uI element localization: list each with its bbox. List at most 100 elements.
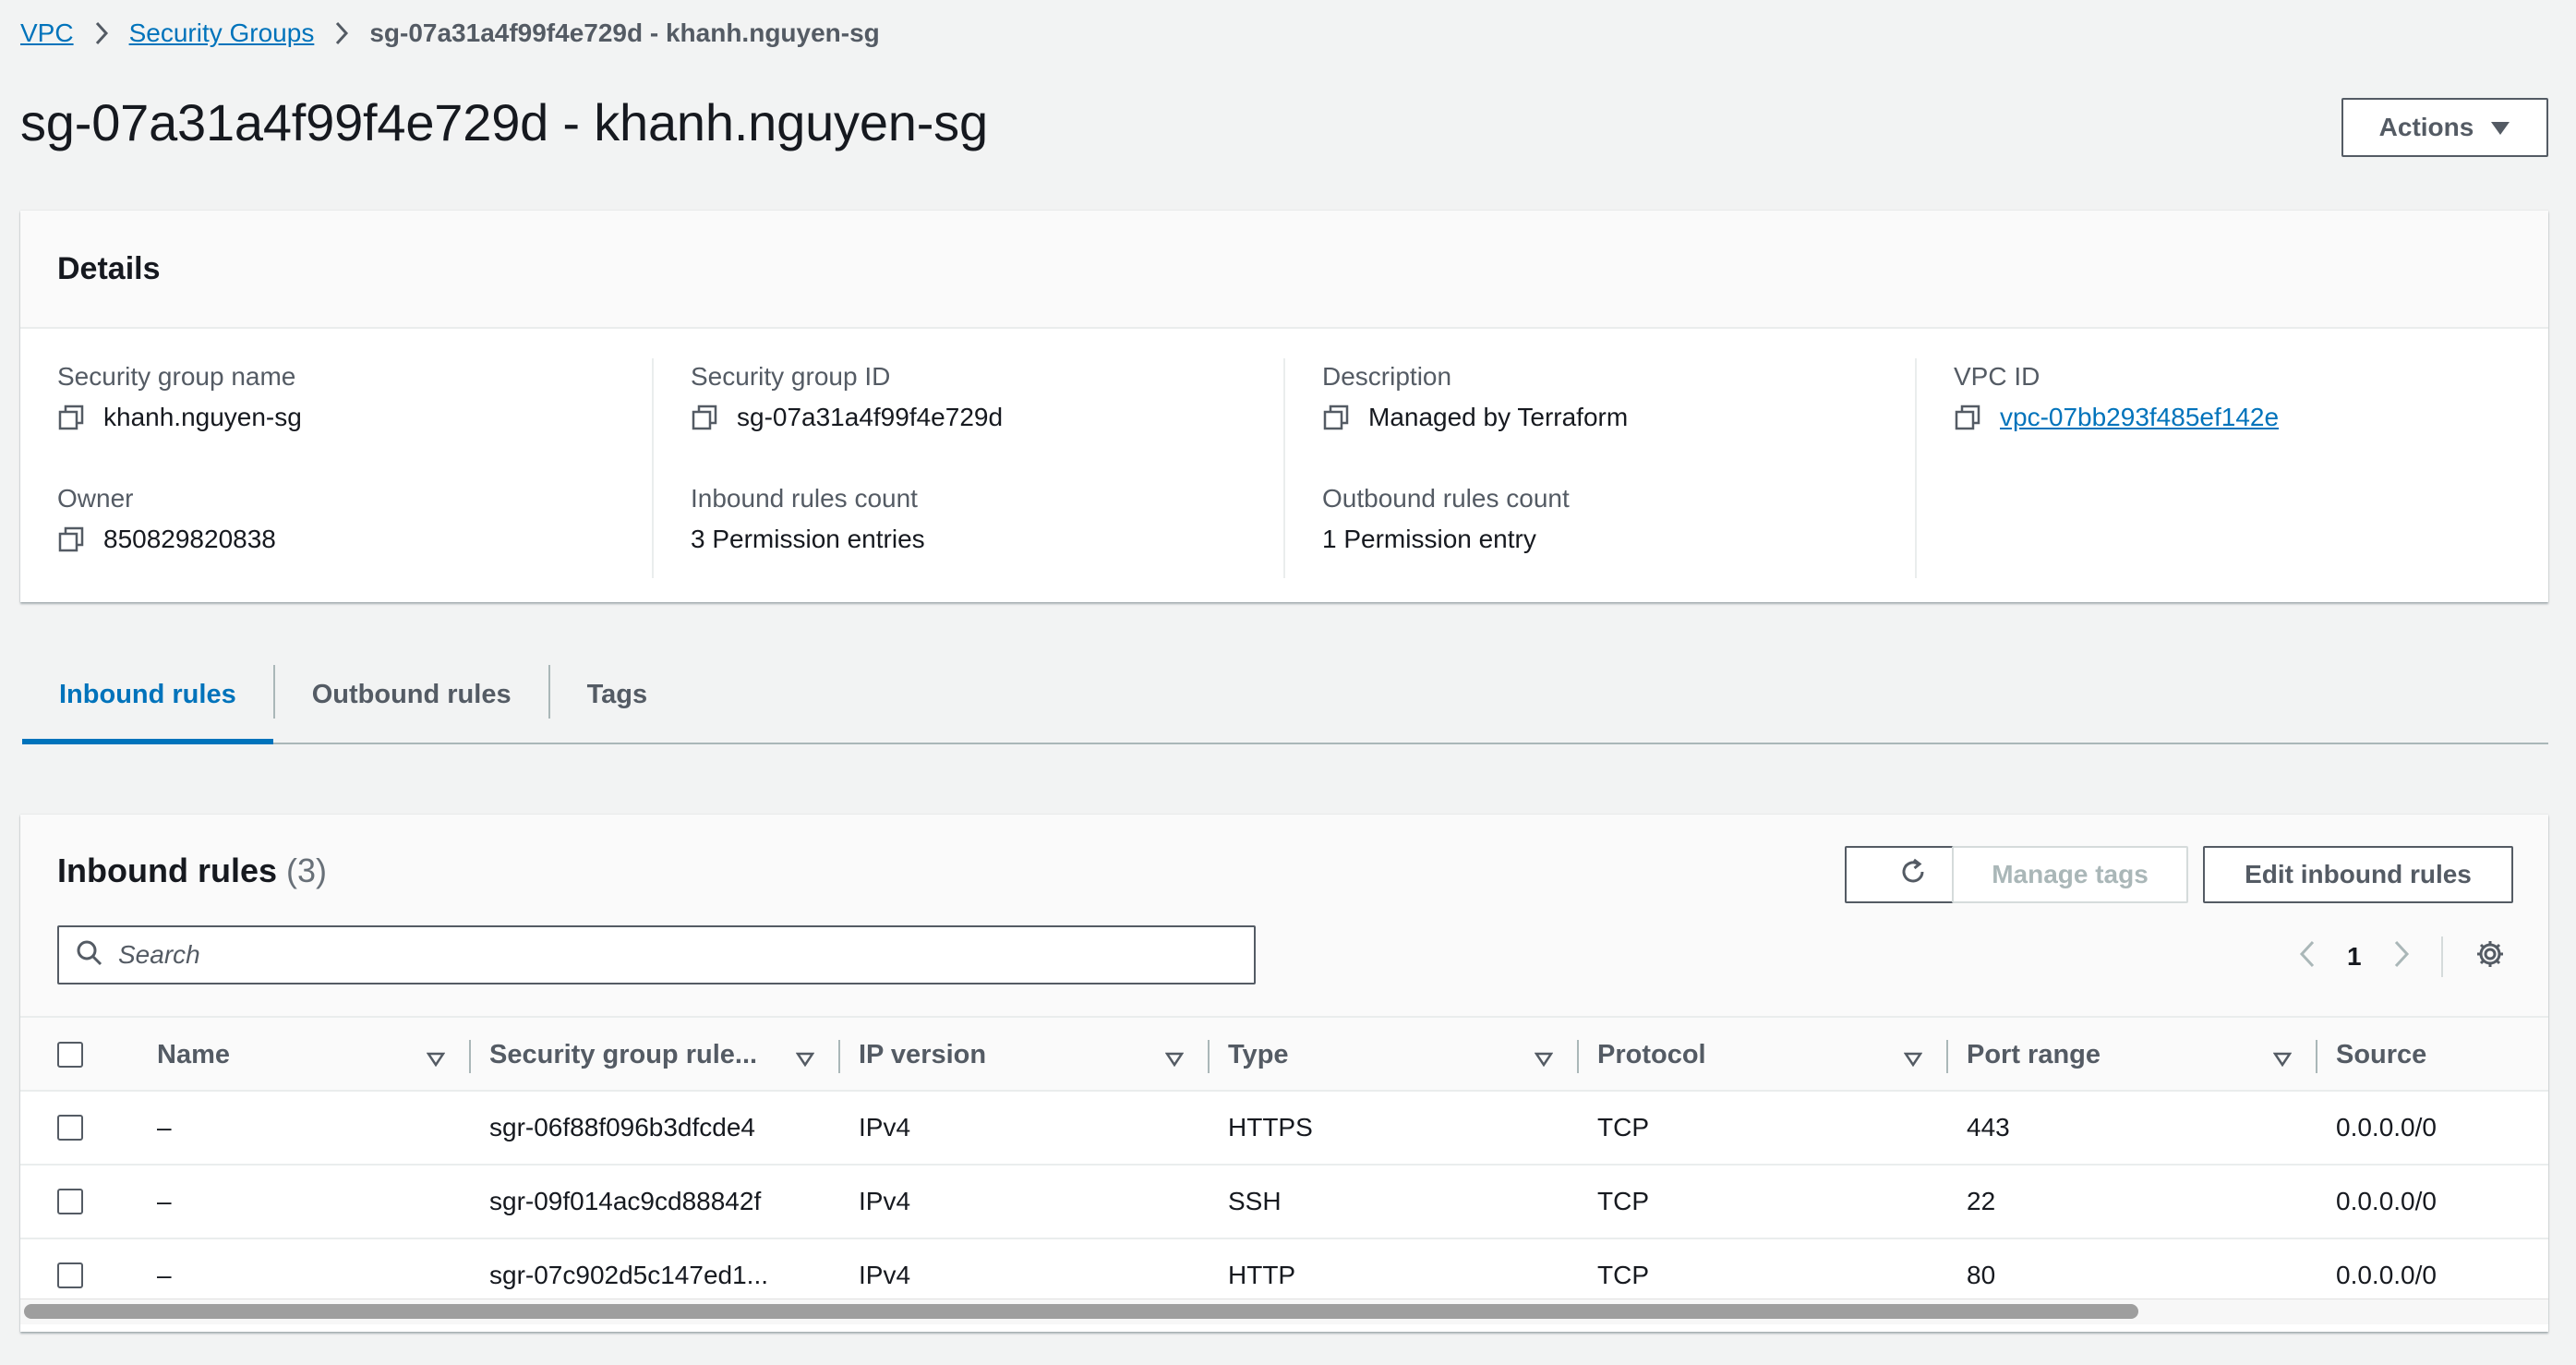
cell-name: – [157,1187,172,1215]
pagination: 1 [2299,931,2506,983]
row-checkbox[interactable] [57,1115,83,1141]
chevron-right-icon [334,21,349,45]
field-description: Description Managed by Terraform [1322,358,1911,480]
cell-type: SSH [1228,1187,1282,1215]
sort-caret-icon[interactable] [426,1044,446,1074]
breadcrumb-current: sg-07a31a4f99f4e729d - khanh.nguyen-sg [369,18,880,47]
details-heading: Details [57,250,161,286]
vpc-id-link[interactable]: vpc-07bb293f485ef142e [2000,403,2279,432]
cell-type: HTTPS [1228,1113,1313,1142]
rules-count: (3) [286,852,327,889]
column-source[interactable]: Source [2336,1018,2548,1092]
refresh-icon [1897,856,1929,894]
table-row[interactable]: – sgr-06f88f096b3dfcde4 IPv4 HTTPS TCP 4… [20,1092,2548,1166]
field-label: Description [1322,362,1452,391]
row-select-cell [57,1092,94,1164]
page-title: sg-07a31a4f99f4e729d - khanh.nguyen-sg [20,93,988,151]
field-outbound-count: Outbound rules count 1 Permission entry [1322,480,1911,602]
rules-header: Inbound rules (3) Manage tags Edit inboun… [20,815,2548,1016]
cell-name: – [157,1113,172,1142]
sort-caret-icon[interactable] [795,1044,815,1074]
column-type[interactable]: Type [1228,1018,1579,1092]
field-label: Inbound rules count [691,484,918,513]
details-panel: Details Security group name khanh.nguyen… [20,211,2548,602]
details-column-2: Security group ID sg-07a31a4f99f4e729d I… [652,358,1280,578]
cell-source: 0.0.0.0/0 [2336,1113,2437,1142]
cell-rule-id: sgr-09f014ac9cd88842f [489,1187,762,1215]
search-box [57,925,1256,984]
field-label: Owner [57,484,134,513]
horizontal-scrollbar-thumb[interactable] [24,1304,2138,1319]
search-input[interactable] [118,940,1226,970]
copy-icon[interactable] [1954,404,1981,431]
details-grid: Security group name khanh.nguyen-sg Owne… [20,329,2548,602]
description-value: Managed by Terraform [1368,403,1629,431]
field-value-row: khanh.nguyen-sg [57,395,648,440]
sort-caret-icon[interactable] [1164,1044,1185,1074]
field-label: VPC ID [1954,362,2040,391]
field-sg-id: Security group ID sg-07a31a4f99f4e729d [691,358,1280,480]
field-label: Outbound rules count [1322,484,1570,513]
caret-down-icon [2490,113,2510,142]
rules-title-text: Inbound rules [57,852,277,889]
field-value-row: sg-07a31a4f99f4e729d [691,395,1280,440]
select-all-cell [57,1018,94,1092]
table-row[interactable]: – sgr-09f014ac9cd88842f IPv4 SSH TCP 22 … [20,1166,2548,1239]
sort-caret-icon[interactable] [1534,1044,1554,1074]
column-label: Protocol [1597,1039,1706,1069]
details-column-4: VPC ID vpc-07bb293f485ef142e [1915,358,2543,578]
tab-inbound-rules[interactable]: Inbound rules [22,646,273,744]
gear-icon[interactable] [2474,938,2506,976]
owner-value: 850829820838 [103,525,276,553]
details-column-1: Security group name khanh.nguyen-sg Owne… [57,358,648,578]
manage-tags-button[interactable]: Manage tags [1952,846,2188,903]
chevron-right-icon [94,21,109,45]
sort-caret-icon[interactable] [1903,1044,1923,1074]
rules-title: Inbound rules (3) [57,852,327,890]
column-label: IP version [859,1039,987,1069]
column-divider[interactable] [2316,1040,2317,1073]
tab-bar: Inbound rules Outbound rules Tags [22,646,2548,744]
tab-tags[interactable]: Tags [550,646,685,743]
sort-caret-icon[interactable] [2272,1044,2293,1074]
field-value-row: 850829820838 [57,517,648,562]
inbound-count-value: 3 Permission entries [691,525,925,553]
sg-id-value: sg-07a31a4f99f4e729d [737,403,1004,431]
copy-icon[interactable] [57,525,85,553]
field-value-row: vpc-07bb293f485ef142e [1954,395,2543,440]
column-protocol[interactable]: Protocol [1597,1018,1948,1092]
breadcrumb-security-groups[interactable]: Security Groups [129,18,315,48]
column-name[interactable]: Name [157,1018,471,1092]
cell-rule-id: sgr-06f88f096b3dfcde4 [489,1113,755,1142]
cell-protocol: TCP [1597,1113,1649,1142]
select-all-checkbox[interactable] [57,1042,83,1068]
table-header: Name Security group rule... IP version T… [20,1016,2548,1092]
cell-protocol: TCP [1597,1187,1649,1215]
column-divider[interactable] [1208,1040,1210,1073]
cell-port-range: 22 [1967,1187,1996,1215]
column-divider[interactable] [1946,1040,1948,1073]
breadcrumb-vpc[interactable]: VPC [20,18,74,48]
column-port-range[interactable]: Port range [1967,1018,2317,1092]
chevron-left-icon[interactable] [2299,940,2316,974]
copy-icon[interactable] [1322,404,1350,431]
copy-icon[interactable] [57,404,85,431]
row-checkbox[interactable] [57,1262,83,1288]
copy-icon[interactable] [691,404,718,431]
page-number[interactable]: 1 [2347,942,2362,972]
row-select-cell [57,1166,94,1238]
column-rule-id[interactable]: Security group rule... [489,1018,840,1092]
row-checkbox[interactable] [57,1189,83,1214]
cell-port-range: 443 [1967,1113,2010,1142]
column-label: Source [2336,1039,2427,1069]
edit-inbound-rules-button[interactable]: Edit inbound rules [2203,846,2513,903]
column-ip-version[interactable]: IP version [859,1018,1210,1092]
actions-button[interactable]: Actions [2341,98,2548,157]
column-divider[interactable] [838,1040,840,1073]
column-divider[interactable] [1577,1040,1579,1073]
actions-label: Actions [2378,113,2474,141]
column-divider[interactable] [469,1040,471,1073]
chevron-right-icon[interactable] [2393,940,2410,974]
tab-outbound-rules[interactable]: Outbound rules [275,646,548,743]
column-label: Name [157,1039,230,1069]
